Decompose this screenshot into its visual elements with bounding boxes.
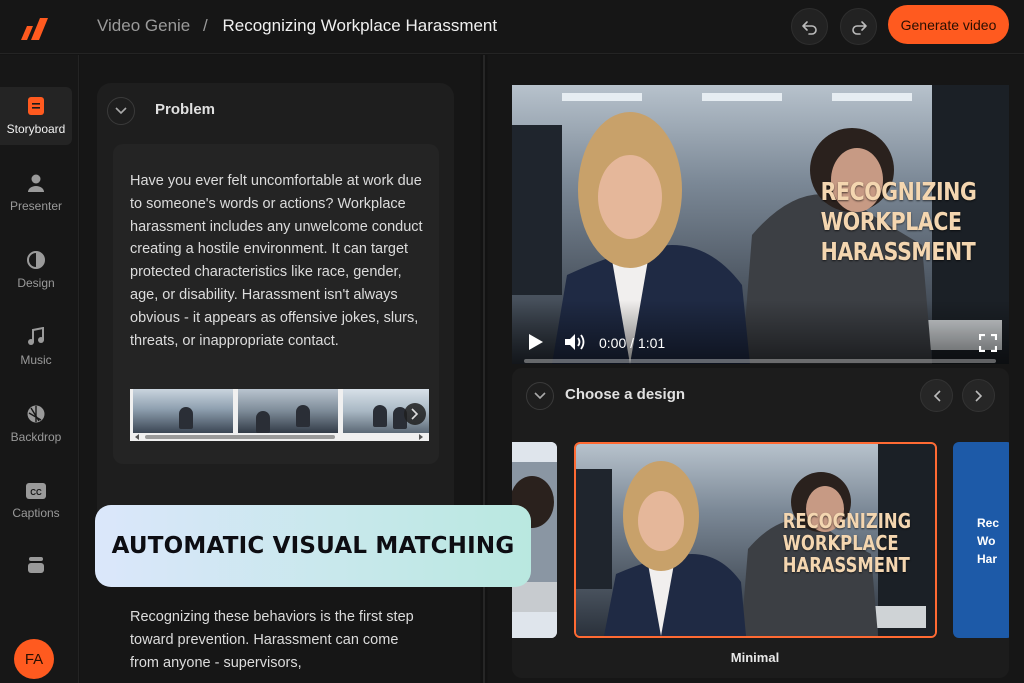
storyboard-icon — [28, 97, 44, 115]
user-avatar[interactable]: FA — [14, 639, 54, 679]
design-title-overlay: RECOGNIZING WORKPLACE HARASSMENT — [782, 509, 912, 577]
feature-banner: AUTOMATIC VISUAL MATCHING — [95, 505, 531, 587]
sidebar: Storyboard Presenter Design Music Backdr… — [0, 55, 79, 683]
presenter-icon — [28, 174, 44, 192]
scene-card: Problem Have you ever felt uncomfortable… — [97, 83, 454, 553]
visual-thumbnail[interactable] — [133, 389, 233, 433]
chevron-right-icon — [974, 389, 982, 402]
app-logo[interactable] — [18, 14, 52, 42]
breadcrumb: Video Genie / Recognizing Workplace Hara… — [97, 16, 497, 36]
project-title: Recognizing Workplace Harassment — [222, 16, 498, 35]
sidebar-item-music[interactable]: Music — [0, 318, 72, 376]
scene-script-box[interactable]: Have you ever felt uncomfortable at work… — [113, 144, 439, 464]
storyboard-panel: Problem Have you ever felt uncomfortable… — [80, 55, 480, 683]
sidebar-item-label: Presenter — [9, 199, 63, 213]
sidebar-item-label: Captions — [12, 506, 60, 520]
undo-button[interactable] — [791, 8, 828, 45]
undo-icon — [801, 20, 817, 35]
matched-visuals-strip — [130, 389, 429, 441]
chevron-right-icon — [411, 408, 419, 420]
video-time: 0:00 / 1:01 — [599, 335, 666, 351]
fullscreen-icon[interactable] — [979, 334, 997, 352]
generate-video-button[interactable]: Generate video — [888, 5, 1009, 44]
sidebar-item-presenter[interactable]: Presenter — [0, 164, 72, 222]
music-icon — [28, 327, 44, 345]
sidebar-item-design[interactable]: Design — [0, 241, 72, 299]
redo-button[interactable] — [840, 8, 877, 45]
sidebar-item-storyboard[interactable]: Storyboard — [0, 87, 72, 145]
design-picker: Choose a design RECOGNIZING WORKPLACE HA… — [512, 368, 1009, 678]
sidebar-item-layers[interactable] — [0, 539, 72, 597]
next-scene-text[interactable]: Recognizing these behaviors is the first… — [130, 606, 420, 674]
captions-icon: CC — [26, 483, 46, 499]
design-section-title: Choose a design — [565, 386, 686, 403]
visual-thumbnail[interactable] — [238, 389, 338, 433]
sidebar-item-label: Storyboard — [6, 122, 66, 136]
design-icon — [27, 251, 45, 269]
design-next-button[interactable] — [962, 379, 995, 412]
play-icon[interactable] — [528, 333, 544, 351]
sidebar-item-captions[interactable]: CC Captions — [0, 472, 72, 530]
chevron-down-icon — [115, 107, 127, 115]
backdrop-icon — [27, 405, 45, 423]
sidebar-item-label: Music — [20, 353, 52, 367]
breadcrumb-separator: / — [203, 16, 208, 35]
preview-area: RECOGNIZING WORKPLACE HARASSMENT 0:00 / … — [488, 55, 1024, 683]
chevron-left-icon — [933, 389, 941, 402]
video-controls: 0:00 / 1:01 — [512, 300, 1009, 364]
svg-text:CC: CC — [30, 488, 42, 497]
selected-design-label: Minimal — [730, 650, 780, 665]
chevron-down-icon — [534, 392, 546, 400]
breadcrumb-root[interactable]: Video Genie — [97, 16, 190, 35]
sidebar-item-label: Design — [17, 276, 55, 290]
design-collapse-button[interactable] — [526, 382, 554, 410]
panel-resize-handle[interactable] — [481, 55, 487, 683]
scene-script-text[interactable]: Have you ever felt uncomfortable at work… — [130, 170, 430, 352]
design-prev-button[interactable] — [920, 379, 953, 412]
thumbnails-scrollbar[interactable] — [135, 434, 423, 440]
top-bar: Video Genie / Recognizing Workplace Hara… — [0, 0, 1024, 54]
volume-icon[interactable] — [564, 333, 586, 351]
sidebar-item-backdrop[interactable]: Backdrop — [0, 395, 72, 453]
video-progress-bar[interactable] — [524, 359, 996, 363]
sidebar-item-label: Backdrop — [10, 430, 62, 444]
design-title-overlay: Rec Wo Har — [977, 516, 1000, 566]
layers-icon — [28, 557, 44, 573]
scene-title: Problem — [155, 101, 216, 118]
video-preview[interactable]: RECOGNIZING WORKPLACE HARASSMENT 0:00 / … — [512, 85, 1009, 364]
feature-banner-text: AUTOMATIC VISUAL MATCHING — [111, 533, 515, 559]
redo-icon — [851, 20, 867, 35]
video-title-overlay: RECOGNIZING WORKPLACE HARASSMENT — [820, 177, 977, 266]
scene-collapse-button[interactable] — [107, 97, 135, 125]
thumbnails-next-button[interactable] — [404, 403, 426, 425]
design-option-tile[interactable]: Rec Wo Har — [953, 442, 1009, 638]
design-option-minimal[interactable]: RECOGNIZING WORKPLACE HARASSMENT — [574, 442, 937, 638]
